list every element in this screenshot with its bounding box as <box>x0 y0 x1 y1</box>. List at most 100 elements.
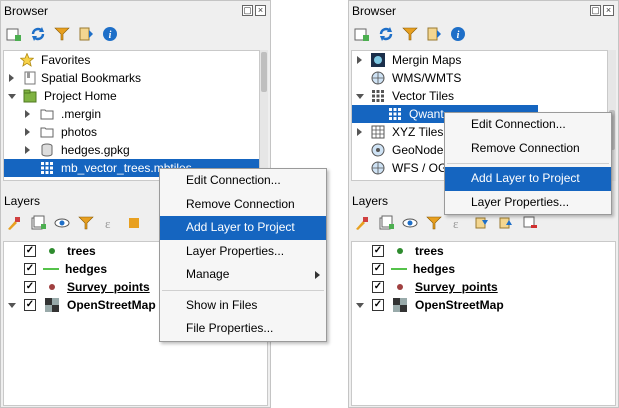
chevron-down-icon[interactable] <box>356 303 364 308</box>
float-icon[interactable]: ▢ <box>242 5 253 16</box>
collapse-layers-icon[interactable] <box>497 214 515 232</box>
globe-icon <box>371 161 385 175</box>
chevron-right-icon[interactable] <box>25 146 30 154</box>
filter-icon[interactable] <box>425 214 443 232</box>
close-icon[interactable]: × <box>603 5 614 16</box>
layers-tree: ✓ trees ✓ hedges ✓ Survey_points ✓ OpenS… <box>351 241 616 406</box>
menu-item-layer-properties[interactable]: Layer Properties... <box>160 240 326 264</box>
menu-item-add-layer-to-project[interactable]: Add Layer to Project <box>445 167 611 191</box>
chevron-down-icon[interactable] <box>8 303 16 308</box>
menu-item-manage[interactable]: Manage <box>160 263 326 287</box>
menu-separator <box>162 289 324 291</box>
star-icon <box>19 52 35 67</box>
folder-icon <box>40 107 54 121</box>
filter-icon[interactable] <box>401 25 419 43</box>
filter-icon[interactable] <box>77 214 95 232</box>
chevron-right-icon[interactable] <box>25 128 30 136</box>
collapse-all-icon[interactable] <box>77 25 95 43</box>
tree-item-photos[interactable]: photos <box>4 123 259 141</box>
layer-row-trees[interactable]: ✓ trees <box>352 242 615 260</box>
browser-title: Browser <box>4 4 49 18</box>
tree-item-hedges-gpkg[interactable]: hedges.gpkg <box>4 141 259 159</box>
style-icon[interactable] <box>5 214 23 232</box>
tree-item-mergin-maps[interactable]: Mergin Maps <box>352 51 607 69</box>
raster-icon <box>45 298 59 312</box>
info-icon[interactable]: i <box>449 25 467 43</box>
chevron-right-icon[interactable] <box>9 74 14 82</box>
browser-tree: Favorites Spatial Bookmarks Project Home… <box>3 50 260 181</box>
remove-layer-icon[interactable] <box>521 214 539 232</box>
right-context-menu: Edit Connection... Remove Connection Add… <box>444 112 612 215</box>
chevron-right-icon[interactable] <box>357 128 362 136</box>
svg-text:i: i <box>457 30 460 41</box>
vector-tiles-icon <box>388 107 402 121</box>
menu-item-edit-connection[interactable]: Edit Connection... <box>160 169 326 193</box>
layer-checkbox[interactable]: ✓ <box>372 263 384 275</box>
menu-item-remove-connection[interactable]: Remove Connection <box>160 193 326 217</box>
svg-text:i: i <box>109 30 112 41</box>
layer-row-hedges[interactable]: ✓ hedges <box>352 260 615 278</box>
layer-row-openstreetmap[interactable]: ✓ OpenStreetMap <box>352 296 615 314</box>
eye-icon[interactable] <box>53 214 71 232</box>
tree-item-mergin[interactable]: .mergin <box>4 105 259 123</box>
expression-filter-icon[interactable]: ε <box>449 214 467 232</box>
add-group-icon[interactable] <box>377 214 395 232</box>
collapse-all-icon[interactable] <box>425 25 443 43</box>
add-layer-icon[interactable] <box>353 25 371 43</box>
geopackage-icon <box>40 143 54 157</box>
layer-checkbox[interactable]: ✓ <box>24 245 36 257</box>
chevron-right-icon[interactable] <box>357 56 362 64</box>
tree-item-vector-tiles[interactable]: Vector Tiles <box>352 87 607 105</box>
expression-filter-icon[interactable]: ε <box>101 214 119 232</box>
menu-item-file-properties[interactable]: File Properties... <box>160 317 326 341</box>
line-symbol-icon <box>391 262 407 276</box>
vector-tiles-icon <box>371 89 385 103</box>
scrollbar-thumb[interactable] <box>261 52 267 92</box>
layer-checkbox[interactable]: ✓ <box>372 281 384 293</box>
refresh-icon[interactable] <box>377 25 395 43</box>
chevron-down-icon[interactable] <box>356 94 364 99</box>
menu-separator <box>447 163 609 164</box>
add-group-icon[interactable] <box>29 214 47 232</box>
line-symbol-icon <box>43 262 59 276</box>
close-icon[interactable]: × <box>255 5 266 16</box>
menu-item-edit-connection[interactable]: Edit Connection... <box>445 113 611 137</box>
layer-checkbox[interactable]: ✓ <box>372 245 384 257</box>
browser-scrollbar[interactable] <box>260 50 268 181</box>
menu-item-remove-connection[interactable]: Remove Connection <box>445 137 611 161</box>
layer-checkbox[interactable]: ✓ <box>24 281 36 293</box>
menu-item-show-in-files[interactable]: Show in Files <box>160 294 326 318</box>
folder-icon <box>40 125 54 139</box>
tree-item-favorites[interactable]: Favorites <box>4 51 259 69</box>
layer-row-survey-points[interactable]: ✓ Survey_points <box>352 278 615 296</box>
tree-item-wms-wmts[interactable]: WMS/WMTS <box>352 69 607 87</box>
filter-icon[interactable] <box>53 25 71 43</box>
chevron-down-icon[interactable] <box>8 94 16 99</box>
geonode-icon <box>371 143 385 157</box>
browser-dock-buttons: ▢ × <box>242 5 266 16</box>
project-home-icon <box>23 89 37 103</box>
menu-item-layer-properties[interactable]: Layer Properties... <box>445 191 611 215</box>
bookmark-icon <box>23 71 37 85</box>
xyz-tiles-icon <box>371 125 385 139</box>
style-icon[interactable] <box>353 214 371 232</box>
browser-title: Browser <box>352 4 397 18</box>
eye-icon[interactable] <box>401 214 419 232</box>
chevron-right-icon[interactable] <box>25 110 30 118</box>
menu-item-add-layer-to-project[interactable]: Add Layer to Project <box>160 216 326 240</box>
point-symbol-icon <box>393 280 407 294</box>
expand-all-icon[interactable] <box>473 214 491 232</box>
svg-text:ε: ε <box>453 216 459 231</box>
layer-checkbox[interactable]: ✓ <box>24 263 36 275</box>
tree-item-project-home[interactable]: Project Home <box>4 87 259 105</box>
layer-toolbar-more-icon[interactable] <box>125 214 143 232</box>
info-icon[interactable]: i <box>101 25 119 43</box>
browser-dock-buttons: ▢ × <box>590 5 614 16</box>
add-layer-icon[interactable] <box>5 25 23 43</box>
refresh-icon[interactable] <box>29 25 47 43</box>
tree-item-spatial-bookmarks[interactable]: Spatial Bookmarks <box>4 69 259 87</box>
layer-checkbox[interactable]: ✓ <box>24 299 36 311</box>
float-icon[interactable]: ▢ <box>590 5 601 16</box>
globe-icon <box>371 71 385 85</box>
layer-checkbox[interactable]: ✓ <box>372 299 384 311</box>
